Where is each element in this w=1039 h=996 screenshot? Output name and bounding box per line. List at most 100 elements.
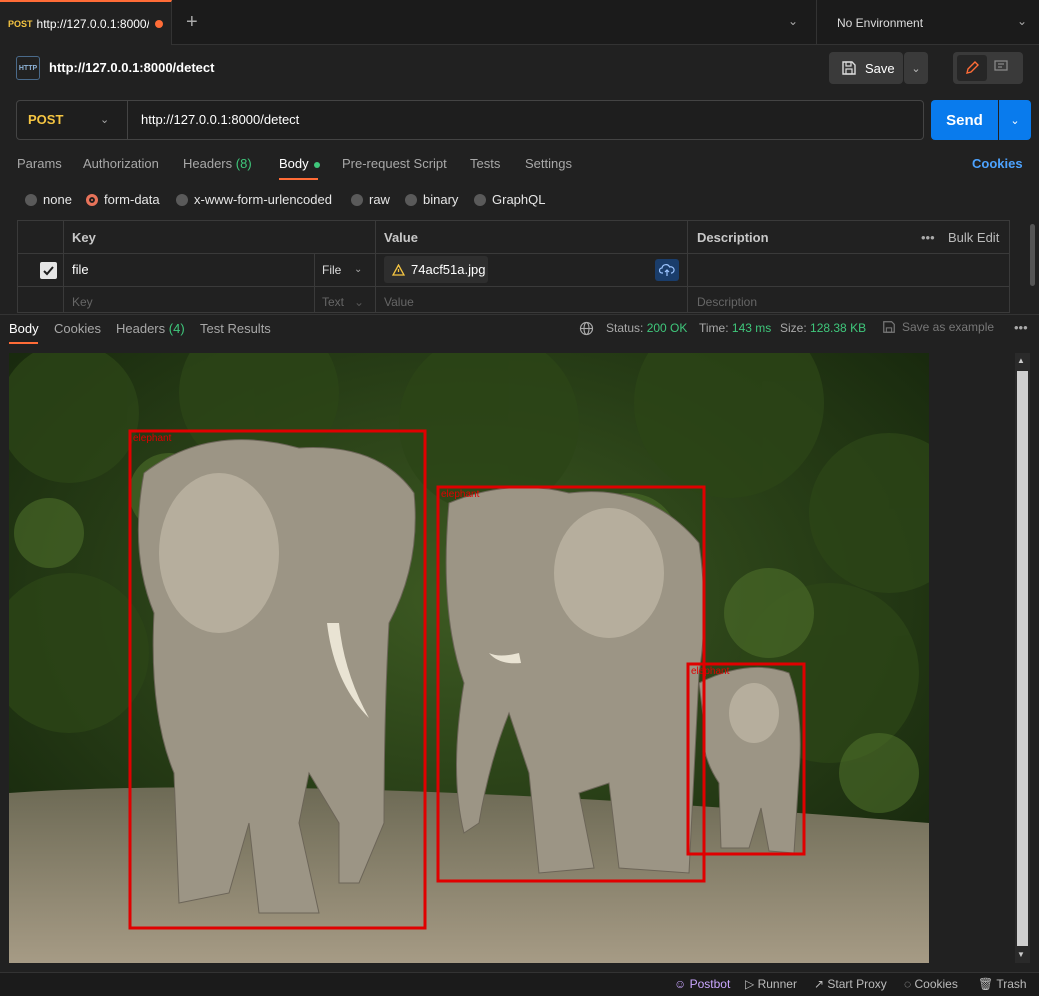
radio-graphql[interactable]: GraphQL bbox=[474, 192, 545, 207]
active-tab-underline bbox=[279, 178, 318, 180]
response-scroll-thumb[interactable] bbox=[1017, 371, 1028, 946]
active-tab-underline bbox=[9, 342, 38, 344]
row-key[interactable]: file bbox=[72, 262, 89, 277]
send-button[interactable]: Send bbox=[931, 100, 998, 140]
new-tab-plus-icon[interactable]: + bbox=[186, 11, 198, 34]
more-options-icon[interactable]: ••• bbox=[1014, 320, 1028, 335]
chevron-down-icon[interactable]: ⌄ bbox=[354, 264, 362, 275]
more-options-icon[interactable]: ••• bbox=[921, 230, 935, 245]
environment-select[interactable]: No Environment ⌄ bbox=[816, 0, 1039, 45]
type-placeholder[interactable]: Text bbox=[322, 295, 344, 309]
detection-label-1: elephant bbox=[133, 433, 172, 444]
cloud-upload-icon[interactable] bbox=[655, 259, 679, 281]
row-type-select[interactable]: File bbox=[322, 263, 341, 277]
tab-body[interactable]: Body bbox=[279, 156, 320, 171]
save-as-example-label: Save as example bbox=[902, 320, 995, 334]
row-enabled-checkbox[interactable] bbox=[40, 262, 57, 279]
checkmark-icon bbox=[43, 266, 54, 276]
radio-binary[interactable]: binary bbox=[405, 192, 458, 207]
file-chip[interactable]: 74acf51a.jpg bbox=[384, 256, 488, 283]
value-placeholder[interactable]: Value bbox=[384, 295, 414, 309]
table-col-divider bbox=[314, 253, 315, 313]
pencil-icon[interactable] bbox=[957, 55, 987, 81]
chevron-down-icon[interactable]: ⌄ bbox=[354, 295, 364, 309]
time-label: Time: bbox=[699, 321, 729, 335]
cookie-icon: ◌ bbox=[904, 977, 912, 991]
unsaved-dot-icon bbox=[154, 19, 163, 28]
col-header-key: Key bbox=[72, 230, 96, 245]
tabs-chevron-down-icon[interactable]: ⌄ bbox=[788, 14, 798, 28]
tab-headers-label: Headers bbox=[183, 156, 233, 171]
size-value: 128.38 KB bbox=[810, 321, 867, 335]
url-divider bbox=[127, 101, 128, 139]
detection-label-2: elephant bbox=[441, 489, 480, 500]
table-col-divider bbox=[375, 220, 376, 313]
method-select[interactable]: POST bbox=[28, 112, 63, 127]
status-value: 200 OK bbox=[646, 321, 688, 335]
tab-settings[interactable]: Settings bbox=[525, 156, 572, 171]
request-tab[interactable]: POST http://127.0.0.1:8000/c bbox=[0, 0, 172, 45]
col-header-description: Description bbox=[697, 230, 769, 245]
postbot-button[interactable]: ☺ Postbot bbox=[674, 977, 730, 991]
cookies-button[interactable]: ◌ Cookies bbox=[904, 977, 958, 991]
radio-raw[interactable]: raw bbox=[351, 192, 390, 207]
start-proxy-button[interactable]: ↗ Start Proxy bbox=[814, 977, 887, 991]
url-input[interactable]: http://127.0.0.1:8000/detect bbox=[141, 112, 299, 127]
tab-authorization[interactable]: Authorization bbox=[83, 156, 159, 171]
send-options-chevron-icon[interactable]: ⌄ bbox=[999, 100, 1031, 140]
postbot-label: Postbot bbox=[689, 977, 731, 991]
time-info: Time: 143 ms bbox=[699, 321, 771, 335]
runner-icon: ▷ bbox=[745, 977, 755, 991]
request-title[interactable]: http://127.0.0.1:8000/detect bbox=[49, 60, 214, 75]
radio-form-data[interactable]: form-data bbox=[86, 192, 160, 207]
tab-method: POST bbox=[8, 18, 33, 29]
size-label: Size: bbox=[780, 321, 807, 335]
globe-icon[interactable] bbox=[579, 321, 594, 339]
form-data-table bbox=[17, 220, 1010, 313]
radio-urlencoded[interactable]: x-www-form-urlencoded bbox=[176, 192, 332, 207]
response-tab-headers[interactable]: Headers (4) bbox=[116, 321, 185, 336]
cookies-link[interactable]: Cookies bbox=[972, 156, 1023, 171]
response-tab-cookies[interactable]: Cookies bbox=[54, 321, 101, 336]
radio-circle-icon bbox=[405, 193, 417, 206]
col-header-value: Value bbox=[384, 230, 418, 245]
trash-button[interactable]: 🗑 Trash bbox=[978, 977, 1027, 991]
save-options-chevron-icon[interactable]: ⌄ bbox=[904, 52, 928, 84]
warning-icon bbox=[392, 263, 405, 276]
table-divider bbox=[17, 286, 1010, 287]
save-button[interactable]: Save bbox=[829, 52, 903, 84]
comment-icon[interactable] bbox=[993, 58, 1009, 77]
response-tab-test-results[interactable]: Test Results bbox=[200, 321, 271, 336]
radio-circle-icon bbox=[176, 193, 188, 206]
environment-label: No Environment bbox=[837, 15, 924, 30]
status-label: Status: bbox=[606, 321, 644, 335]
postbot-icon: ☺ bbox=[674, 977, 687, 991]
save-as-example-button[interactable]: Save as example bbox=[882, 320, 994, 334]
trash-icon: 🗑 bbox=[978, 977, 994, 991]
scroll-down-arrow-icon[interactable]: ▼ bbox=[1017, 950, 1025, 959]
runner-label: Runner bbox=[757, 977, 797, 991]
tab-tests[interactable]: Tests bbox=[470, 156, 500, 171]
scroll-up-arrow-icon[interactable]: ▲ bbox=[1017, 356, 1025, 365]
floppy-disk-icon bbox=[883, 321, 895, 333]
radio-none[interactable]: none bbox=[25, 192, 72, 207]
description-placeholder[interactable]: Description bbox=[697, 295, 757, 309]
headers-count: (8) bbox=[235, 156, 252, 171]
response-image: elephant elephant elephant bbox=[9, 353, 929, 963]
tab-url: http://127.0.0.1:8000/c bbox=[36, 16, 149, 31]
key-placeholder[interactable]: Key bbox=[72, 295, 93, 309]
tab-prerequest-script[interactable]: Pre-request Script bbox=[342, 156, 447, 171]
table-scrollbar[interactable] bbox=[1030, 224, 1035, 286]
tab-headers[interactable]: Headers (8) bbox=[183, 156, 252, 171]
method-chevron-down-icon[interactable]: ⌄ bbox=[100, 113, 109, 126]
start-proxy-label: Start Proxy bbox=[827, 977, 887, 991]
radio-circle-icon bbox=[474, 193, 486, 206]
bulk-edit-button[interactable]: Bulk Edit bbox=[948, 230, 999, 245]
response-tab-body[interactable]: Body bbox=[9, 321, 39, 336]
trash-label: Trash bbox=[996, 977, 1027, 991]
runner-button[interactable]: ▷ Runner bbox=[745, 977, 797, 991]
http-request-icon: HTTP bbox=[16, 56, 40, 80]
radio-urlencoded-label: x-www-form-urlencoded bbox=[194, 192, 332, 207]
radio-graphql-label: GraphQL bbox=[492, 192, 546, 207]
tab-params[interactable]: Params bbox=[17, 156, 62, 171]
